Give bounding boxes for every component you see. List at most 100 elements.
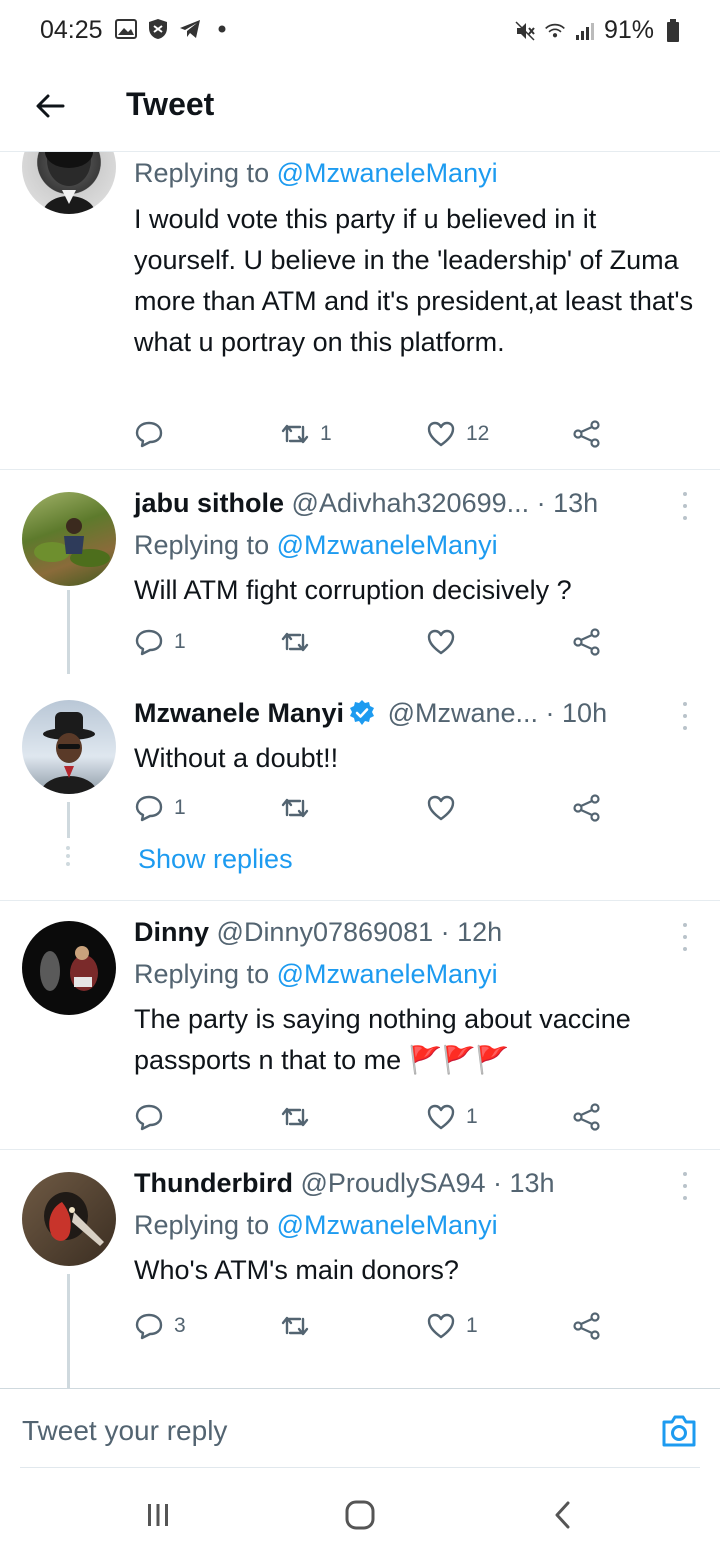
share-button[interactable] xyxy=(572,1099,602,1135)
reply-icon xyxy=(135,1104,163,1131)
like-button[interactable]: 1 xyxy=(426,1308,478,1344)
reply-count: 1 xyxy=(174,630,186,653)
thread-line xyxy=(67,590,70,674)
signal-icon xyxy=(574,20,596,42)
tweet-actions: 1 xyxy=(134,790,614,826)
heart-icon xyxy=(427,1313,455,1339)
retweet-icon xyxy=(281,798,309,818)
replying-handle-link[interactable]: @MzwaneleManyi xyxy=(277,530,498,560)
red-flag-emoji: 🚩🚩🚩 xyxy=(408,1045,510,1075)
avatar[interactable] xyxy=(22,700,116,794)
display-name[interactable]: Mzwanele Manyi xyxy=(134,698,344,728)
like-button[interactable]: 12 xyxy=(426,416,489,452)
telegram-icon xyxy=(179,18,201,40)
share-button[interactable] xyxy=(572,416,602,452)
avatar[interactable] xyxy=(22,921,116,1015)
dot-icon xyxy=(211,18,233,40)
tweet[interactable]: jabu sithole @Adivhah320699... · 13h Rep… xyxy=(0,470,720,674)
tweet-text: The party is saying nothing about vaccin… xyxy=(134,1004,631,1075)
reply-icon xyxy=(135,1313,163,1340)
share-button[interactable] xyxy=(572,1308,602,1344)
tweet-actions: 1 xyxy=(134,1099,614,1135)
page-title: Tweet xyxy=(126,86,215,122)
reply-button[interactable]: 1 xyxy=(134,790,186,826)
tweet-text: Will ATM fight corruption decisively ? xyxy=(134,575,572,605)
tweet-meta: Mzwanele Manyi @Mzwane... · 10h xyxy=(134,698,607,729)
home-icon xyxy=(345,1500,375,1530)
reply-button[interactable] xyxy=(134,1099,174,1135)
more-options-button[interactable] xyxy=(680,1172,690,1200)
user-handle[interactable]: @ProudlySA94 xyxy=(301,1168,486,1198)
tweet-meta: jabu sithole @Adivhah320699... · 13h xyxy=(134,488,598,519)
tweet-feed[interactable]: Replying to @MzwaneleManyi I would vote … xyxy=(0,152,720,1388)
system-back-button[interactable] xyxy=(542,1498,582,1532)
like-button[interactable] xyxy=(426,624,466,660)
display-name[interactable]: Thunderbird xyxy=(134,1168,293,1198)
share-icon xyxy=(573,1312,600,1340)
battery-percent: 91% xyxy=(603,16,654,44)
retweet-button[interactable] xyxy=(280,1099,320,1135)
thread-dots xyxy=(66,846,70,870)
replying-to: Replying to @MzwaneleManyi xyxy=(134,530,498,560)
user-handle[interactable]: @Adivhah320699... xyxy=(292,488,530,518)
avatar[interactable] xyxy=(22,492,116,586)
retweet-button[interactable]: 1 xyxy=(280,416,332,452)
tweet-meta: Dinny @Dinny07869081 · 12h xyxy=(134,917,502,948)
camera-button[interactable] xyxy=(660,1413,698,1449)
display-name[interactable]: Dinny xyxy=(134,917,209,947)
tweet[interactable]: Thunderbird @ProudlySA94 · 13h Replying … xyxy=(0,1150,720,1388)
reply-button[interactable]: 1 xyxy=(134,624,186,660)
tweet[interactable]: Dinny @Dinny07869081 · 12h Replying to @… xyxy=(0,901,720,1149)
more-options-button[interactable] xyxy=(680,702,690,730)
tweet-meta: Thunderbird @ProudlySA94 · 13h xyxy=(134,1168,555,1199)
show-replies-link[interactable]: Show replies xyxy=(138,844,293,875)
system-nav-bar xyxy=(0,1468,720,1560)
reply-composer: Tweet your reply xyxy=(0,1388,720,1469)
heart-icon xyxy=(427,1104,455,1130)
like-button[interactable] xyxy=(426,790,466,826)
back-button[interactable] xyxy=(28,84,72,128)
display-name[interactable]: jabu sithole xyxy=(134,488,284,518)
share-icon xyxy=(573,420,600,448)
more-options-button[interactable] xyxy=(680,923,690,951)
recents-button[interactable] xyxy=(138,1498,178,1532)
tweet[interactable]: Replying to @MzwaneleManyi I would vote … xyxy=(0,152,720,469)
replying-to: Replying to @MzwaneleManyi xyxy=(134,158,498,188)
heart-icon xyxy=(427,629,455,655)
like-count: 1 xyxy=(466,1105,478,1128)
wifi-icon xyxy=(544,20,566,42)
tweet-actions: 1 xyxy=(134,624,614,660)
nav-back-icon xyxy=(555,1501,570,1529)
avatar[interactable] xyxy=(22,152,116,214)
like-count: 12 xyxy=(466,422,490,445)
retweet-button[interactable] xyxy=(280,790,320,826)
tweet-text: Who's ATM's main donors? xyxy=(134,1255,459,1285)
home-button[interactable] xyxy=(340,1498,380,1532)
reply-button[interactable]: 3 xyxy=(134,1308,186,1344)
share-button[interactable] xyxy=(572,624,602,660)
reply-icon xyxy=(135,629,163,656)
share-icon xyxy=(573,794,600,822)
tweet-text: I would vote this party if u believed in… xyxy=(134,204,694,357)
avatar[interactable] xyxy=(22,1172,116,1266)
reply-button[interactable] xyxy=(134,416,174,452)
gallery-icon xyxy=(115,18,137,40)
tweet-reply-input[interactable]: Tweet your reply xyxy=(22,1415,227,1447)
share-button[interactable] xyxy=(572,790,602,826)
tweet-actions: 3 1 xyxy=(134,1308,614,1344)
user-handle[interactable]: @Dinny07869081 xyxy=(217,917,434,947)
more-options-button[interactable] xyxy=(680,492,690,520)
like-count: 1 xyxy=(466,1314,478,1337)
like-button[interactable]: 1 xyxy=(426,1099,478,1135)
tweet[interactable]: Mzwanele Manyi @Mzwane... · 10h Without … xyxy=(0,680,720,900)
retweet-icon xyxy=(281,424,309,444)
replying-handle-link[interactable]: @MzwaneleManyi xyxy=(277,158,498,188)
replying-handle-link[interactable]: @MzwaneleManyi xyxy=(277,959,498,989)
replying-to: Replying to @MzwaneleManyi xyxy=(134,1210,498,1240)
retweet-button[interactable] xyxy=(280,1308,320,1344)
reply-count: 3 xyxy=(174,1314,186,1337)
user-handle[interactable]: @Mzwane... xyxy=(388,698,538,728)
retweet-button[interactable] xyxy=(280,624,320,660)
replying-handle-link[interactable]: @MzwaneleManyi xyxy=(277,1210,498,1240)
heart-icon xyxy=(427,421,455,447)
